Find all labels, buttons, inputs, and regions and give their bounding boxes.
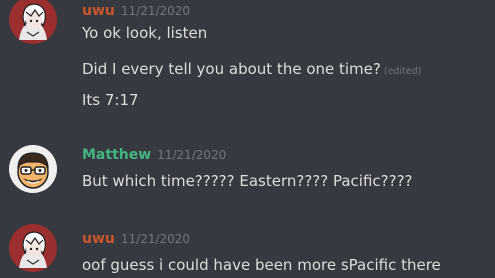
message-text: But which time????? Eastern???? Pacific?… [82, 172, 413, 190]
anime-character-avatar-icon [9, 224, 57, 272]
username[interactable]: Matthew [82, 147, 151, 163]
timestamp[interactable]: 11/21/2020 [121, 232, 190, 246]
username[interactable]: uwu [82, 231, 115, 247]
message-content: But which time????? Eastern???? Pacific?… [82, 172, 413, 190]
message-content: Did I every tell you about the one time? [82, 60, 381, 78]
message-text: Its 7:17 [82, 91, 139, 109]
cartoon-face-avatar-icon [9, 145, 57, 193]
avatar[interactable] [9, 145, 57, 193]
username[interactable]: uwu [82, 3, 115, 19]
timestamp[interactable]: 11/21/2020 [121, 4, 190, 18]
message-text: Did I every tell you about the one time?… [82, 60, 421, 78]
timestamp[interactable]: 11/21/2020 [157, 148, 226, 162]
message-group-uwu-1: uwu 11/21/2020 Yo ok look, listen Did I e… [0, 0, 495, 120]
message-header: uwu 11/21/2020 [82, 228, 190, 247]
message-text: Yo ok look, listen [82, 24, 207, 42]
edited-label: (edited) [383, 66, 422, 77]
avatar[interactable] [9, 0, 57, 44]
anime-character-avatar-icon [9, 0, 57, 44]
message-header: uwu 11/21/2020 [82, 0, 190, 19]
message-text: oof guess i could have been more sPacifi… [82, 256, 441, 274]
message-group-matthew: Matthew 11/21/2020 But which time????? Ea… [0, 140, 495, 200]
message-content: Yo ok look, listen [82, 24, 208, 42]
message-header: Matthew 11/21/2020 [82, 144, 226, 163]
avatar[interactable] [9, 224, 57, 272]
message-content: Its 7:17 [82, 91, 139, 109]
message-content: oof guess i could have been more sPacifi… [82, 256, 441, 274]
message-group-uwu-2: uwu 11/21/2020 oof guess i could have bee… [0, 224, 495, 278]
